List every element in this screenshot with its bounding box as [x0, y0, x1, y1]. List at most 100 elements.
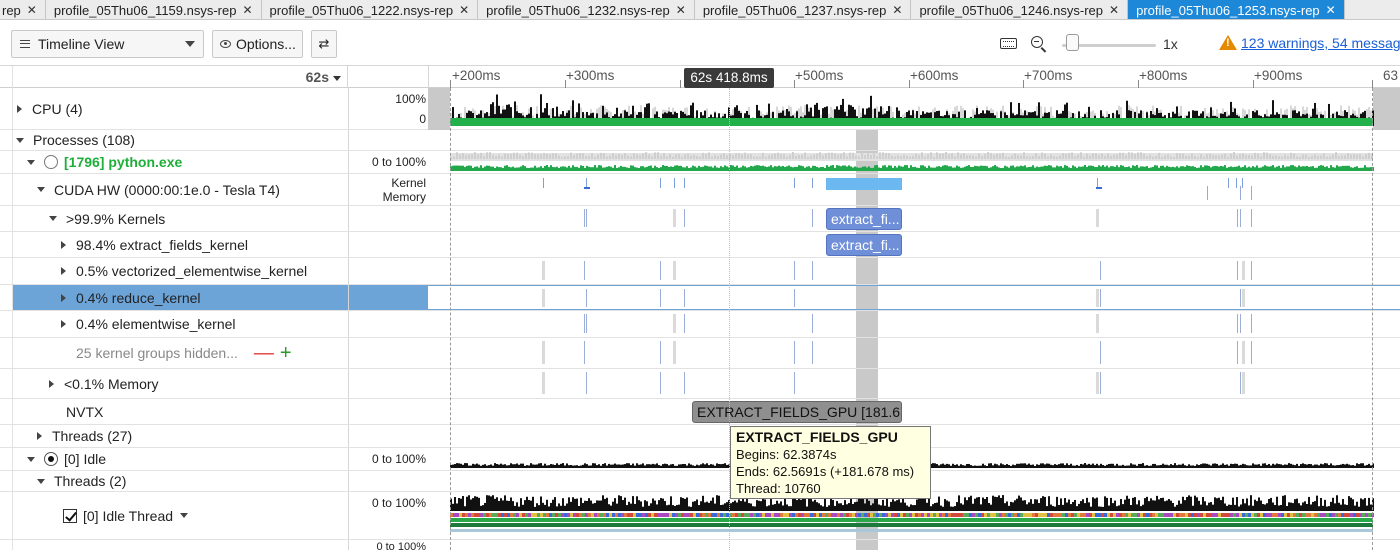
row-next[interactable]: 0 to 100% — [0, 540, 1400, 550]
collapse-icon[interactable] — [16, 137, 24, 143]
collapse-icon[interactable] — [27, 159, 35, 165]
idle-bar — [940, 464, 942, 468]
row-idle-thread[interactable]: [0] Idle Thread 0 to 100% — [0, 492, 1400, 540]
thread-bar — [1300, 505, 1302, 511]
row-python-process[interactable]: [1796] python.exe 0 to 100% — [0, 151, 1400, 174]
python-bg-bar — [657, 152, 659, 159]
tab-4[interactable]: profile_05Thu06_1237.nsys-rep ✕ — [695, 0, 912, 20]
thread-state-strip — [1245, 513, 1248, 517]
nvtx-range-block[interactable]: EXTRACT_FIELDS_GPU [181.67... — [692, 401, 902, 423]
python-bar — [1076, 167, 1078, 171]
python-bg-bar — [720, 154, 722, 159]
tab-0[interactable]: rep ✕ — [0, 0, 46, 20]
python-bg-bar — [810, 155, 812, 159]
thread-bar — [1246, 498, 1248, 511]
time-base-selector[interactable]: 62s — [12, 66, 348, 88]
close-icon[interactable]: ✕ — [1326, 1, 1336, 20]
thread-checkbox[interactable] — [63, 508, 77, 523]
chevron-down-icon[interactable] — [180, 513, 189, 518]
expand-icon[interactable] — [61, 240, 66, 249]
swap-button[interactable]: ⇄ — [311, 30, 337, 58]
idle-bar — [470, 465, 472, 468]
collapse-icon[interactable] — [49, 216, 57, 221]
row-memory[interactable]: <0.1% Memory — [0, 369, 1400, 399]
close-icon[interactable]: ✕ — [676, 1, 686, 20]
keyboard-icon[interactable] — [1000, 38, 1017, 49]
row-cuda-hw[interactable]: CUDA HW (0000:00:1e.0 - Tesla T4) Kernel… — [0, 174, 1400, 206]
tab-5[interactable]: profile_05Thu06_1246.nsys-rep ✕ — [911, 0, 1129, 20]
tab-2[interactable]: profile_05Thu06_1222.nsys-rep ✕ — [262, 0, 479, 20]
row-nvtx[interactable]: NVTX EXTRACT_FIELDS_GPU [181.67... — [0, 399, 1400, 425]
thread-state-strip — [546, 513, 549, 517]
thread-bar — [526, 496, 528, 511]
thread-bar — [1104, 496, 1106, 511]
kernel-block[interactable]: extract_fi... — [826, 234, 902, 256]
expand-icon[interactable] — [17, 104, 22, 113]
expand-icon[interactable] — [61, 293, 66, 302]
thread-bar — [1200, 504, 1202, 511]
expand-icon[interactable] — [37, 432, 42, 440]
hide-more-button[interactable]: — — [254, 342, 274, 365]
options-button[interactable]: Options... — [212, 30, 303, 58]
thread-bar — [596, 500, 598, 511]
python-bg-bar — [705, 153, 707, 159]
thread-state-strip — [1173, 513, 1176, 517]
tab-3[interactable]: profile_05Thu06_1232.nsys-rep ✕ — [478, 0, 695, 20]
python-bar — [572, 165, 574, 171]
row-cpu[interactable]: CPU (4) 100% 0 — [0, 88, 1400, 130]
collapse-icon[interactable] — [37, 478, 45, 484]
zoom-out-icon[interactable] — [1031, 36, 1043, 48]
thread-bar — [932, 504, 934, 511]
row-extract-fields-kernel[interactable]: 98.4% extract_fields_kernel extract_fi..… — [0, 232, 1400, 258]
kernel-mark — [584, 187, 590, 189]
close-icon[interactable]: ✕ — [242, 1, 252, 20]
python-bar — [468, 165, 470, 171]
warnings-link[interactable]: 123 warnings, 54 messages — [1241, 35, 1400, 51]
row-idle-process[interactable]: [0] Idle 0 to 100% — [0, 448, 1400, 471]
thread-state-strip — [519, 513, 522, 517]
close-icon[interactable]: ✕ — [892, 1, 902, 20]
thread-bar — [1304, 501, 1306, 511]
thread-state-strip — [1311, 513, 1314, 517]
collapse-icon[interactable] — [27, 456, 35, 462]
row-vectorized-kernel[interactable]: 0.5% vectorized_elementwise_kernel — [0, 258, 1400, 285]
zoom-slider-thumb[interactable] — [1066, 34, 1080, 51]
expand-icon[interactable] — [49, 379, 54, 388]
expand-icon[interactable] — [61, 267, 66, 275]
close-icon[interactable]: ✕ — [1109, 1, 1119, 20]
tab-1[interactable]: profile_05Thu06_1159.nsys-rep ✕ — [46, 0, 262, 20]
row-kernels[interactable]: >99.9% Kernels extract_fi... — [0, 206, 1400, 232]
row-reduce-kernel[interactable]: 0.4% reduce_kernel — [0, 285, 1400, 311]
show-more-button[interactable]: + — [280, 342, 292, 365]
thread-state-strip — [981, 513, 984, 517]
close-icon[interactable]: ✕ — [27, 1, 37, 20]
idle-bar — [496, 464, 498, 468]
idle-bar — [1358, 464, 1360, 468]
tab-6[interactable]: profile_05Thu06_1253.nsys-rep ✕ — [1128, 0, 1345, 20]
close-icon[interactable]: ✕ — [459, 1, 469, 20]
row-processes[interactable]: Processes (108) — [0, 130, 1400, 151]
cpu-track[interactable] — [428, 88, 1400, 130]
python-bar — [1060, 166, 1062, 171]
thread-state-strip — [1365, 513, 1368, 517]
row-threads-27[interactable]: Threads (27) — [0, 425, 1400, 448]
kernel-block[interactable]: extract_fi... — [826, 208, 902, 230]
expand-icon[interactable] — [61, 320, 66, 328]
kernel-mark — [1251, 341, 1252, 364]
thread-state-strip — [1197, 513, 1200, 517]
python-bar — [556, 166, 558, 171]
thread-state-strip — [642, 513, 645, 517]
view-selector[interactable]: Timeline View — [11, 30, 204, 58]
thread-bar — [1262, 504, 1264, 511]
idle-bar — [562, 463, 564, 468]
idle-bar — [1242, 463, 1244, 468]
thread-bar — [1114, 500, 1116, 511]
idle-bar — [534, 464, 536, 468]
thread-state-strip — [975, 513, 978, 517]
row-elementwise-kernel[interactable]: 0.4% elementwise_kernel — [0, 311, 1400, 338]
collapse-icon[interactable] — [37, 187, 45, 192]
row-threads-2[interactable]: Threads (2) — [0, 471, 1400, 492]
idle-bar — [502, 464, 504, 468]
python-bg-bar — [1107, 153, 1109, 159]
thread-bar — [558, 503, 560, 511]
